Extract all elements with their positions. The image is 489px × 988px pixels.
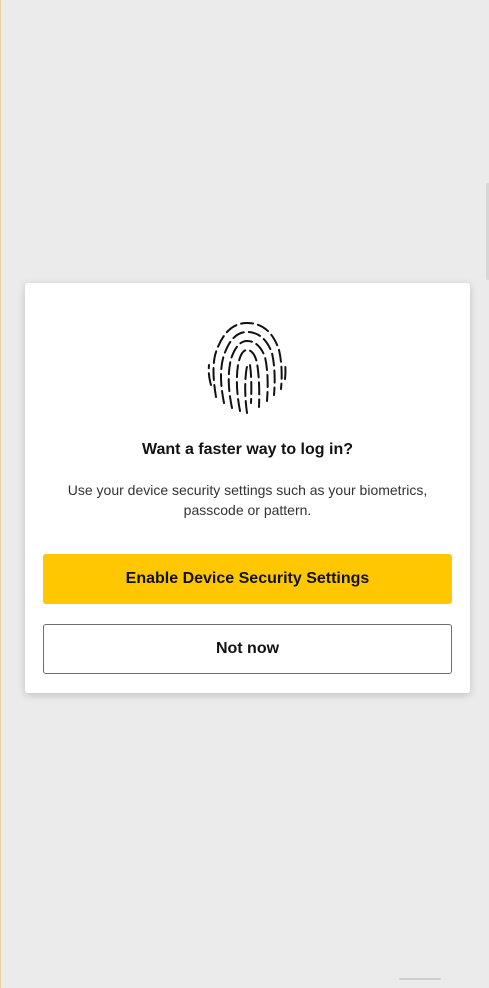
screen-background: Want a faster way to log in? Use your de… (0, 0, 489, 988)
left-edge-line (0, 0, 1, 988)
dialog-description: Use your device security settings such a… (67, 482, 428, 518)
fingerprint-icon (206, 317, 288, 417)
not-now-button[interactable]: Not now (43, 624, 452, 674)
enable-device-security-button[interactable]: Enable Device Security Settings (43, 554, 452, 604)
navigation-handle[interactable] (399, 978, 441, 980)
dialog-title: Want a faster way to log in? (142, 441, 353, 458)
device-security-dialog: Want a faster way to log in? Use your de… (25, 283, 470, 693)
